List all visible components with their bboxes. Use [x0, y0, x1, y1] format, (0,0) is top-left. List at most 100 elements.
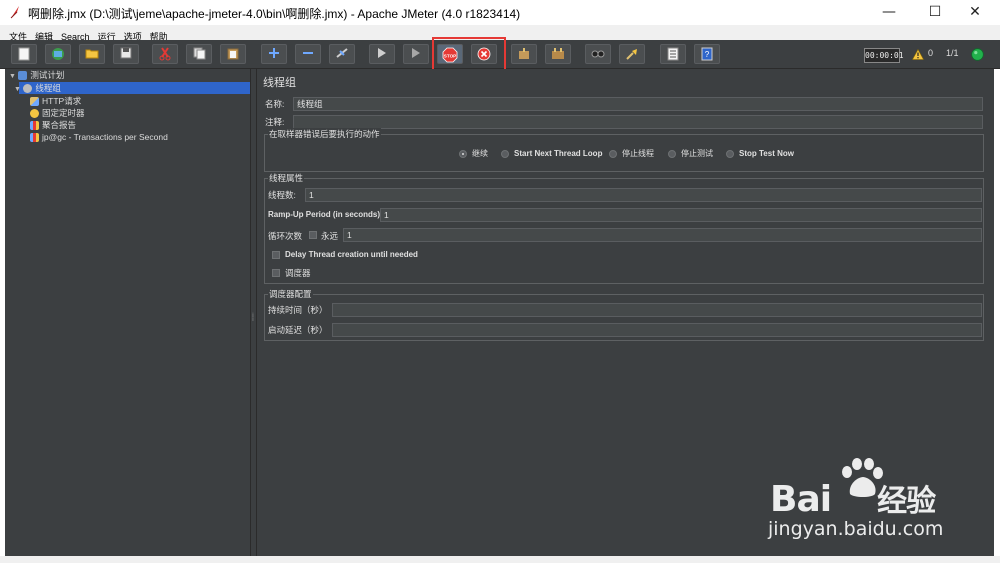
splitter-grip-icon[interactable]: ⁞ ⁞ — [252, 313, 254, 323]
paste-button[interactable] — [220, 44, 246, 64]
pencil-icon — [30, 97, 39, 107]
baidu-brand-cn: 经验 — [877, 484, 936, 519]
paste-icon — [227, 48, 239, 60]
tree-label-test-plan: 测试计划 — [30, 70, 65, 80]
startup-delay-field[interactable] — [332, 323, 982, 337]
comment-label: 注释: — [265, 117, 285, 127]
copy-icon — [193, 47, 205, 60]
panel-title: 线程组 — [263, 77, 296, 89]
delay-thread-label[interactable]: Delay Thread creation until needed — [285, 249, 418, 261]
comment-field[interactable] — [293, 115, 983, 129]
function-list-icon — [667, 47, 679, 61]
plus-icon — [269, 48, 279, 58]
scheduler-label[interactable]: 调度器 — [285, 267, 311, 279]
clear-broom-icon — [519, 48, 529, 59]
tree-node-constant-timer[interactable]: 固定定时器 — [30, 107, 85, 119]
radio-start-next-loop-label[interactable]: Start Next Thread Loop — [514, 148, 602, 160]
radio-stop-test-label[interactable]: 停止测试 — [681, 148, 713, 160]
start-no-pauses-button[interactable] — [403, 44, 429, 64]
open-button[interactable] — [79, 44, 105, 64]
tree-node-tps-listener[interactable]: jp@gc - Transactions per Second — [30, 131, 168, 143]
function-helper-button[interactable] — [660, 44, 686, 64]
toggle-icon — [336, 48, 348, 58]
tree-node-thread-group[interactable]: ▼ 线程组 — [14, 82, 61, 94]
rampup-field[interactable]: 1 — [380, 208, 982, 222]
threads-field[interactable]: 1 — [305, 188, 982, 202]
expand-arrow-icon[interactable]: ▼ — [14, 86, 21, 93]
radio-start-next-loop[interactable] — [501, 150, 509, 158]
elapsed-timer: 00:00:01 — [864, 48, 904, 63]
baidu-watermark: Bai 经验 jingyan.baidu.com — [760, 458, 992, 548]
expand-arrow-icon[interactable]: ▼ — [9, 73, 16, 80]
title-bar: 啊删除.jmx (D:\测试\jeme\apache-jmeter-4.0\bi… — [0, 0, 1000, 26]
templates-button[interactable] — [45, 44, 71, 64]
startup-delay-label: 启动延迟（秒） — [268, 325, 328, 335]
name-field[interactable]: 线程组 — [293, 97, 983, 111]
scheduler-config-legend: 调度器配置 — [268, 288, 313, 300]
warning-count: 0 — [928, 48, 934, 58]
loop-count-field[interactable]: 1 — [343, 228, 982, 242]
scissors-icon — [159, 47, 171, 61]
timer-icon — [30, 109, 39, 119]
tree-label-tps-listener: jp@gc - Transactions per Second — [42, 132, 168, 142]
test-plan-tree: ▼ 测试计划 ▼ 线程组 HTTP请求 固定定时器 聚合报告 jp@gc - T… — [5, 69, 255, 556]
tree-node-aggregate-report[interactable]: 聚合报告 — [30, 119, 76, 131]
radio-stop-test[interactable] — [668, 150, 676, 158]
radio-stop-thread-label[interactable]: 停止线程 — [622, 148, 654, 160]
help-book-icon: ? — [701, 47, 713, 61]
broom-icon — [626, 49, 637, 60]
tree-node-test-plan[interactable]: ▼ 测试计划 — [9, 69, 64, 81]
delay-thread-checkbox[interactable] — [272, 251, 280, 259]
jmeter-feather-icon — [10, 6, 19, 19]
minimize-button[interactable]: — — [866, 0, 912, 25]
new-button[interactable] — [11, 44, 37, 64]
threads-label: 线程数: — [268, 190, 296, 200]
clear-all-icon — [552, 48, 564, 59]
baidu-brand-text: Bai 经验 — [770, 476, 936, 520]
rampup-label: Ramp-Up Period (in seconds): — [268, 210, 383, 219]
status-light-icon — [971, 48, 984, 61]
chart-icon — [30, 133, 39, 143]
tree-label-thread-group: 线程组 — [35, 83, 61, 93]
duration-field[interactable] — [332, 303, 982, 317]
minus-icon — [303, 52, 313, 54]
radio-continue[interactable] — [459, 150, 467, 158]
window-title: 啊删除.jmx (D:\测试\jeme\apache-jmeter-4.0\bi… — [28, 7, 521, 21]
chart-icon — [30, 121, 39, 131]
binoculars-icon — [591, 50, 605, 58]
panel-splitter[interactable]: ⁞ ⁞ — [250, 69, 257, 556]
close-button[interactable]: ✕ — [952, 0, 998, 25]
collapse-all-button[interactable] — [295, 44, 321, 64]
radio-stop-thread[interactable] — [609, 150, 617, 158]
tree-label-aggregate-report: 聚合报告 — [42, 120, 77, 130]
scheduler-checkbox[interactable] — [272, 269, 280, 277]
clear-all-button[interactable] — [545, 44, 571, 64]
warning-icon[interactable] — [912, 49, 924, 60]
thread-properties-legend: 线程属性 — [268, 172, 305, 184]
cut-button[interactable] — [152, 44, 178, 64]
toggle-button[interactable] — [329, 44, 355, 64]
clear-button[interactable] — [511, 44, 537, 64]
sampler-error-legend: 在取样器错误后要执行的动作 — [268, 128, 381, 140]
new-file-icon — [18, 47, 30, 61]
forever-label[interactable]: 永远 — [321, 230, 338, 242]
help-button[interactable]: ? — [694, 44, 720, 64]
svg-text:?: ? — [705, 50, 710, 59]
radio-continue-label[interactable]: 继续 — [472, 148, 488, 160]
search-button[interactable] — [585, 44, 611, 64]
expand-all-button[interactable] — [261, 44, 287, 64]
reset-search-button[interactable] — [619, 44, 645, 64]
play-no-pause-icon — [412, 48, 420, 58]
tree-node-http-request[interactable]: HTTP请求 — [30, 95, 81, 107]
thread-count: 1/1 — [946, 48, 959, 58]
duration-label: 持续时间（秒） — [268, 305, 328, 315]
radio-stop-test-now[interactable] — [726, 150, 734, 158]
test-plan-icon — [18, 71, 28, 81]
radio-stop-test-now-label[interactable]: Stop Test Now — [739, 148, 794, 160]
bottom-strip — [0, 556, 1000, 563]
save-button[interactable] — [113, 44, 139, 64]
copy-button[interactable] — [186, 44, 212, 64]
start-button[interactable] — [369, 44, 395, 64]
forever-checkbox[interactable] — [309, 231, 317, 239]
templates-icon — [52, 48, 64, 60]
